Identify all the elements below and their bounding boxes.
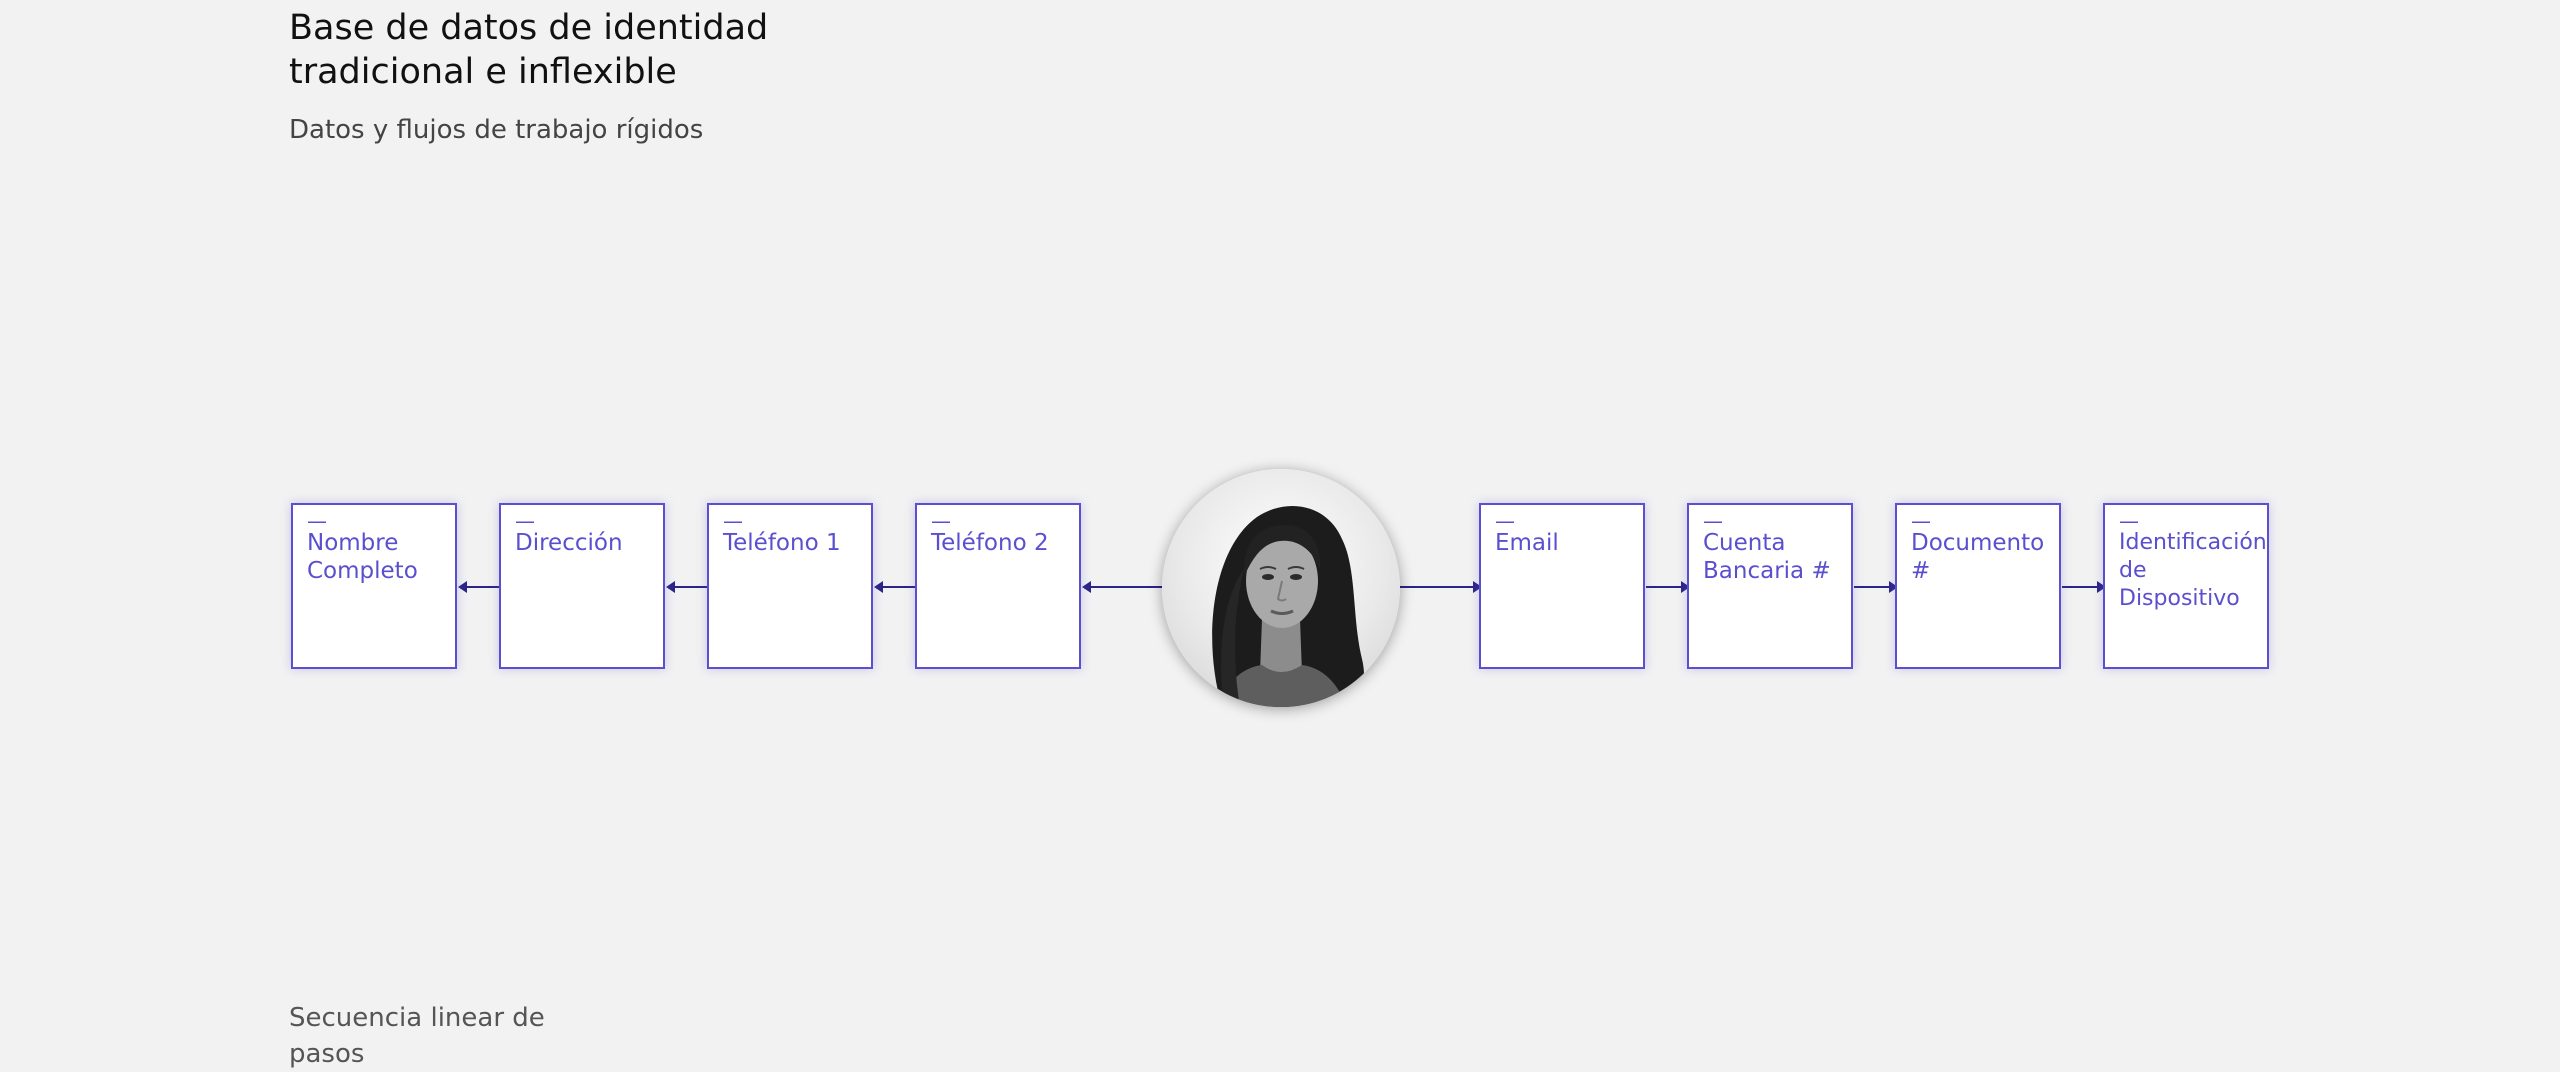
node-dash: — [931, 509, 951, 533]
person-portrait-icon [1162, 469, 1400, 707]
node-label: Documento # [1911, 530, 2045, 584]
node-documento: — Documento # [1895, 503, 2061, 669]
node-dash: — [1703, 509, 1723, 533]
node-label: Teléfono 2 [931, 530, 1049, 556]
node-dash: — [1911, 509, 1931, 533]
connector-arrow [666, 581, 708, 593]
connector-arrow [1854, 581, 1898, 593]
node-label: Email [1495, 530, 1559, 556]
node-dash: — [307, 509, 327, 533]
diagram-footnote: Secuencia linear de pasos [289, 1003, 545, 1069]
node-nombre-completo: — Nombre Completo [291, 503, 457, 669]
node-dash: — [2119, 509, 2139, 533]
node-telefono-1: — Teléfono 1 [707, 503, 873, 669]
node-dash: — [723, 509, 743, 533]
connector-arrow [458, 581, 500, 593]
node-email: — Email [1479, 503, 1645, 669]
node-label: Identificación de Dispositivo [2119, 530, 2267, 611]
node-dash: — [1495, 509, 1515, 533]
node-label: Teléfono 1 [723, 530, 841, 556]
node-label: Dirección [515, 530, 623, 556]
portrait-illustration [1212, 505, 1365, 707]
node-dash: — [515, 509, 535, 533]
node-label: Nombre Completo [307, 530, 418, 584]
connector-arrow [1082, 581, 1164, 593]
connector-arrow [2062, 581, 2106, 593]
node-identificacion-dispositivo: — Identificación de Dispositivo [2103, 503, 2269, 669]
node-direccion: — Dirección [499, 503, 665, 669]
connector-arrow [874, 581, 916, 593]
node-label: Cuenta Bancaria # [1703, 530, 1831, 584]
node-telefono-2: — Teléfono 2 [915, 503, 1081, 669]
connector-arrow [1646, 581, 1690, 593]
connector-arrow [1400, 581, 1482, 593]
identity-flow-diagram: — Nombre Completo — Dirección — Teléfono… [0, 0, 2560, 1070]
node-cuenta-bancaria: — Cuenta Bancaria # [1687, 503, 1853, 669]
